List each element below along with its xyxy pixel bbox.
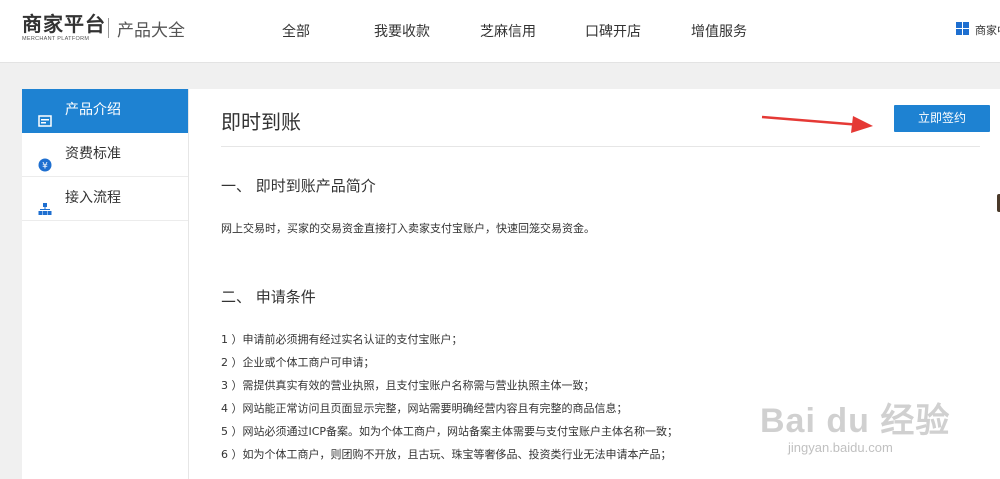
nav-value-added-services[interactable]: 增值服务	[691, 21, 747, 41]
watermark-url: jingyan.baidu.com	[788, 440, 893, 455]
flow-chart-icon	[38, 191, 52, 215]
merchant-center-label: 商家中	[975, 24, 1000, 37]
nav-koubei-store[interactable]: 口碑开店	[585, 21, 641, 41]
top-header: 商家平台 MERCHANT PLATFORM 产品大全 全部 我要收款 芝麻信用…	[0, 0, 1000, 63]
list-item: 3 ）需提供真实有效的营业执照，且支付宝账户名称需与营业执照主体一致；	[221, 379, 595, 392]
logo-title: 商家平台	[22, 12, 106, 36]
red-arrow-annotation	[761, 115, 873, 133]
nav-receive-payment[interactable]: 我要收款	[374, 21, 430, 41]
baidu-jingyan-watermark: Bai du 经验 jingyan.baidu.com	[760, 393, 990, 463]
grid-icon	[956, 22, 969, 35]
page-title: 即时到账	[221, 110, 301, 134]
intro-paragraph: 网上交易时，买家的交易资金直接打入卖家支付宝账户，快速回笼交易资金。	[221, 222, 595, 235]
nav-zhima-credit[interactable]: 芝麻信用	[480, 21, 536, 41]
nav-all[interactable]: 全部	[282, 21, 310, 41]
title-divider	[221, 146, 980, 147]
sidebar-item-label: 资费标准	[65, 146, 121, 162]
section-heading-intro: 一、 即时到账产品简介	[221, 177, 376, 195]
list-item: 2 ）企业或个体工商户可申请；	[221, 356, 375, 369]
logo-subtitle: MERCHANT PLATFORM	[22, 36, 90, 42]
list-item: 1 ）申请前必须拥有经过实名认证的支付宝账户；	[221, 333, 463, 346]
sidebar-item-access-flow[interactable]: 接入流程	[22, 177, 188, 221]
sidebar-item-fees[interactable]: ¥ 资费标准	[22, 133, 188, 177]
yen-icon: ¥	[38, 147, 52, 172]
sidebar-item-product-intro[interactable]: 产品介绍	[22, 89, 188, 133]
section-heading-requirements: 二、 申请条件	[221, 288, 316, 306]
svg-text:¥: ¥	[42, 162, 48, 172]
watermark-text: Bai du 经验	[760, 402, 951, 440]
sign-up-button[interactable]: 立即签约	[894, 105, 990, 132]
list-item: 4 ）网站能正常访问且页面显示完整，网站需要明确经营内容且有完整的商品信息；	[221, 402, 628, 415]
list-item: 6 ）如为个体工商户，则团购不开放，且古玩、珠宝等奢侈品、投资类行业无法申请本产…	[221, 448, 672, 461]
logo-divider	[108, 18, 109, 38]
section-title: 产品大全	[117, 21, 185, 41]
sidebar-item-label: 接入流程	[65, 190, 121, 206]
card-icon	[38, 103, 52, 127]
sidebar-item-label: 产品介绍	[65, 102, 121, 118]
merchant-platform-logo[interactable]: 商家平台 MERCHANT PLATFORM	[22, 13, 106, 43]
sidebar: 产品介绍 ¥ 资费标准 接入流程	[22, 89, 189, 479]
list-item: 5 ）网站必须通过ICP备案。如为个体工商户，网站备案主体需要与支付宝账户主体名…	[221, 425, 679, 438]
